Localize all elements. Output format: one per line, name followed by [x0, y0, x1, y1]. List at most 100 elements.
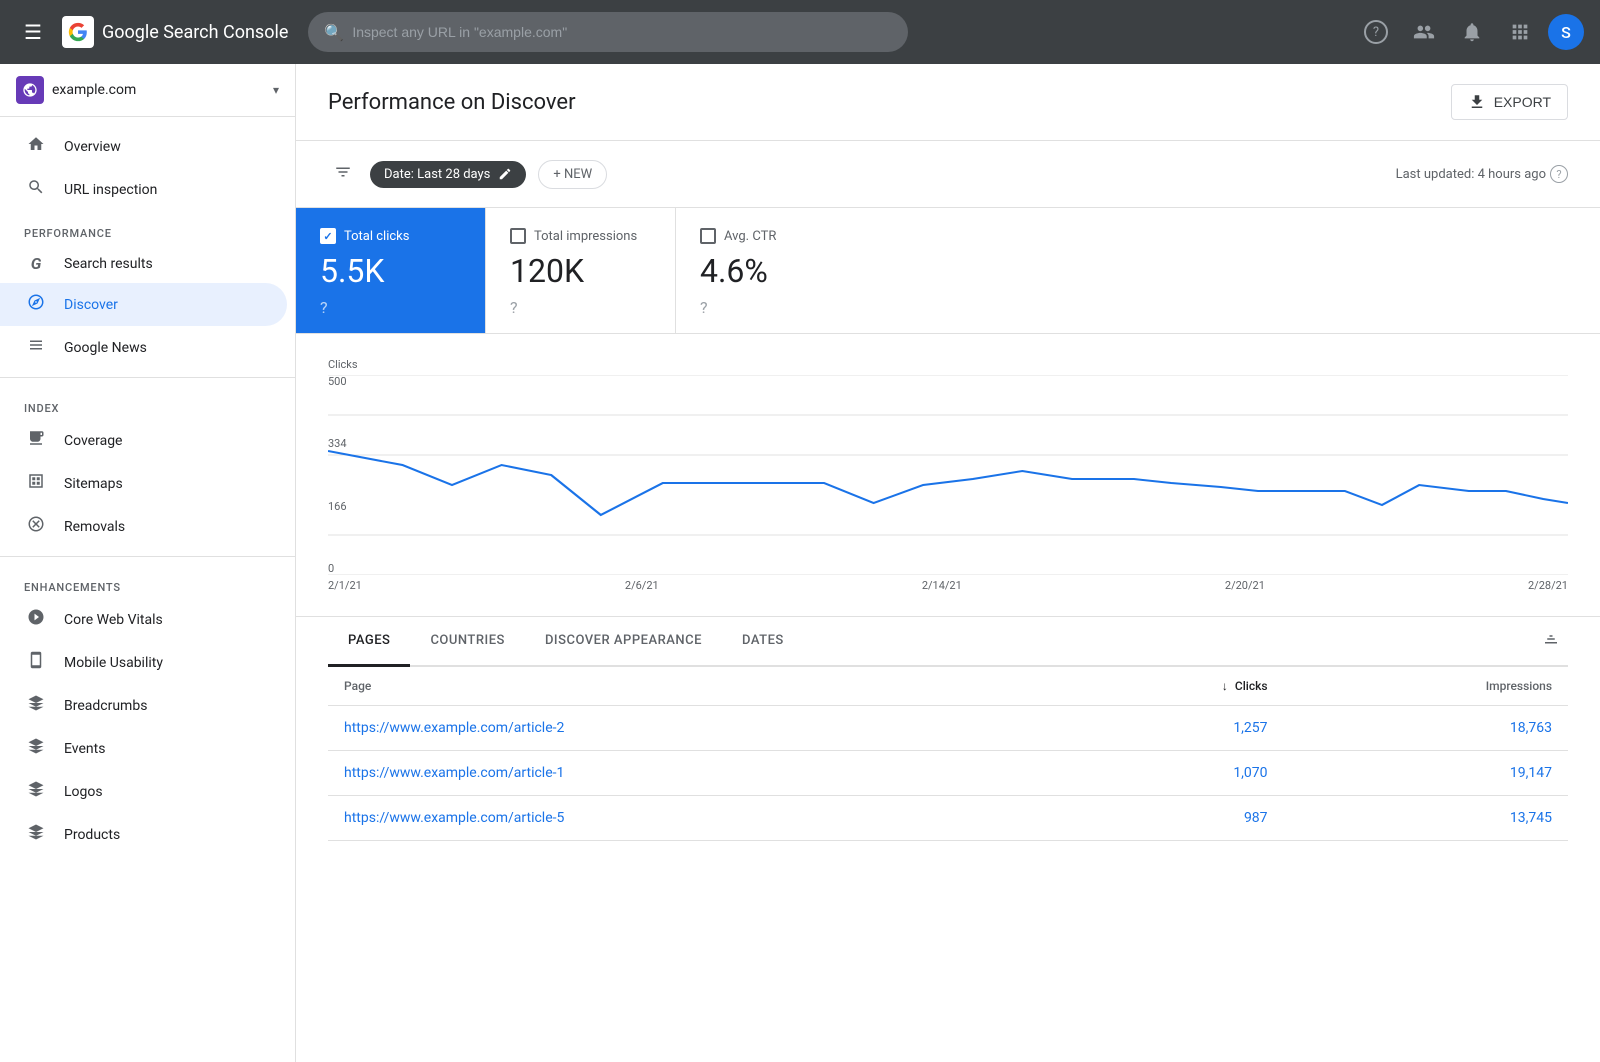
- mobile-usability-icon: [24, 651, 48, 674]
- sidebar-item-removals[interactable]: Removals: [0, 505, 287, 548]
- page-header: Performance on Discover EXPORT: [296, 64, 1600, 141]
- table-filter-svg-icon: [1542, 630, 1560, 648]
- edit-icon: [498, 167, 512, 181]
- sidebar-item-label-url-inspection: URL inspection: [64, 182, 157, 198]
- avg-ctr-value: 4.6%: [700, 252, 842, 290]
- main-content: Performance on Discover EXPORT Date: Las…: [296, 64, 1600, 1062]
- filter-controls: Date: Last 28 days + NEW: [328, 157, 607, 191]
- page-url-2[interactable]: https://www.example.com/article-5: [328, 796, 1059, 841]
- property-icon: [16, 76, 44, 104]
- export-button-label: EXPORT: [1494, 94, 1551, 110]
- metrics-row: Total clicks 5.5K ? Total impressions 12…: [296, 208, 1600, 334]
- sidebar-item-mobile-usability[interactable]: Mobile Usability: [0, 641, 287, 684]
- download-icon: [1468, 93, 1486, 111]
- sidebar-item-logos[interactable]: Logos: [0, 770, 287, 813]
- sidebar-item-google-news[interactable]: Google News: [0, 326, 287, 369]
- col-clicks[interactable]: ↓ Clicks: [1059, 667, 1284, 706]
- chart-area: 500 334 166 0: [328, 375, 1568, 575]
- clicks-2[interactable]: 987: [1059, 796, 1284, 841]
- user-avatar[interactable]: S: [1548, 14, 1584, 50]
- table-filter-icon[interactable]: [1534, 622, 1568, 661]
- sidebar-item-sitemaps[interactable]: Sitemaps: [0, 462, 287, 505]
- sidebar-item-products[interactable]: Products: [0, 813, 287, 856]
- removals-icon: [24, 515, 48, 538]
- filter-bar: Date: Last 28 days + NEW Last updated: 4…: [296, 141, 1600, 208]
- sidebar-item-overview[interactable]: Overview: [0, 125, 287, 168]
- url-search-input[interactable]: [352, 24, 892, 40]
- help-icon-button[interactable]: ?: [1356, 12, 1396, 52]
- table-row: https://www.example.com/article-1 1,070 …: [328, 751, 1568, 796]
- tab-dates[interactable]: DATES: [722, 617, 804, 667]
- filter-icon-button[interactable]: [328, 157, 358, 191]
- performance-section-label: Performance: [0, 211, 295, 244]
- notifications-icon-button[interactable]: [1452, 12, 1492, 52]
- sidebar-item-label-events: Events: [64, 741, 105, 757]
- clicks-1[interactable]: 1,070: [1059, 751, 1284, 796]
- sidebar-item-events[interactable]: Events: [0, 727, 287, 770]
- app-layout: example.com ▾ Overview URL inspection Pe…: [0, 0, 1600, 1062]
- logos-icon: [24, 780, 48, 803]
- products-icon: [24, 823, 48, 846]
- sidebar-item-discover[interactable]: Discover: [0, 283, 287, 326]
- breadcrumbs-icon: [24, 694, 48, 717]
- sitemaps-icon: [24, 472, 48, 495]
- sidebar-item-label-breadcrumbs: Breadcrumbs: [64, 698, 147, 714]
- total-clicks-help-icon[interactable]: ?: [320, 298, 461, 317]
- filter-icon: [334, 163, 352, 181]
- tab-countries[interactable]: COUNTRIES: [410, 617, 525, 667]
- logo-icon: [62, 16, 94, 48]
- total-clicks-value: 5.5K: [320, 252, 461, 290]
- search-icon: 🔍: [324, 23, 344, 42]
- tab-pages[interactable]: PAGES: [328, 617, 410, 667]
- x-label-2: 2/14/21: [922, 579, 962, 592]
- sidebar-item-core-web-vitals[interactable]: Core Web Vitals: [0, 598, 287, 641]
- coverage-icon: [24, 429, 48, 452]
- sidebar-item-coverage[interactable]: Coverage: [0, 419, 287, 462]
- tabs-row: PAGES COUNTRIES DISCOVER APPEARANCE DATE…: [328, 617, 1568, 667]
- date-filter-label: Date: Last 28 days: [384, 167, 490, 182]
- new-filter-label: + NEW: [553, 167, 592, 182]
- sidebar-navigation: Overview URL inspection Performance G Se…: [0, 117, 295, 864]
- sidebar-item-label-sitemaps: Sitemaps: [64, 476, 123, 492]
- total-impressions-help-icon[interactable]: ?: [510, 298, 651, 317]
- page-url-1[interactable]: https://www.example.com/article-1: [328, 751, 1059, 796]
- sidebar-item-label-core-web-vitals: Core Web Vitals: [64, 612, 163, 628]
- page-url-0[interactable]: https://www.example.com/article-2: [328, 706, 1059, 751]
- impressions-2[interactable]: 13,745: [1284, 796, 1568, 841]
- grid-icon-button[interactable]: [1500, 12, 1540, 52]
- help-circle-icon[interactable]: ?: [1550, 165, 1568, 183]
- sidebar-divider-2: [0, 556, 295, 557]
- new-filter-button[interactable]: + NEW: [538, 160, 607, 189]
- x-label-4: 2/28/21: [1528, 579, 1568, 592]
- url-search-bar[interactable]: 🔍: [308, 12, 908, 52]
- sidebar-item-breadcrumbs[interactable]: Breadcrumbs: [0, 684, 287, 727]
- total-impressions-checkbox[interactable]: [510, 228, 526, 244]
- tab-discover-appearance[interactable]: DISCOVER APPEARANCE: [525, 617, 722, 667]
- avg-ctr-label: Avg. CTR: [724, 229, 776, 244]
- impressions-1[interactable]: 19,147: [1284, 751, 1568, 796]
- sidebar-item-search-results[interactable]: G Search results: [0, 244, 287, 283]
- sidebar-item-url-inspection[interactable]: URL inspection: [0, 168, 287, 211]
- clicks-0[interactable]: 1,257: [1059, 706, 1284, 751]
- metric-total-clicks[interactable]: Total clicks 5.5K ?: [296, 208, 486, 333]
- total-impressions-value: 120K: [510, 252, 651, 290]
- metric-avg-ctr[interactable]: Avg. CTR 4.6% ?: [676, 208, 866, 333]
- impressions-0[interactable]: 18,763: [1284, 706, 1568, 751]
- property-selector[interactable]: example.com ▾: [0, 64, 295, 117]
- date-filter-button[interactable]: Date: Last 28 days: [370, 161, 526, 188]
- accounts-icon-button[interactable]: [1404, 12, 1444, 52]
- x-label-1: 2/6/21: [625, 579, 659, 592]
- avg-ctr-checkbox[interactable]: [700, 228, 716, 244]
- discover-icon: [24, 293, 48, 316]
- total-clicks-checkbox[interactable]: [320, 228, 336, 244]
- col-page: Page: [328, 667, 1059, 706]
- pages-table: Page ↓ Clicks Impressions https://www.ex…: [328, 667, 1568, 841]
- metric-total-impressions[interactable]: Total impressions 120K ?: [486, 208, 676, 333]
- export-button[interactable]: EXPORT: [1451, 84, 1568, 120]
- sidebar: example.com ▾ Overview URL inspection Pe…: [0, 64, 296, 1062]
- search-results-icon: G: [24, 254, 48, 273]
- menu-icon[interactable]: ☰: [16, 12, 50, 52]
- avg-ctr-help-icon[interactable]: ?: [700, 298, 842, 317]
- total-impressions-label: Total impressions: [534, 229, 637, 244]
- table-section: PAGES COUNTRIES DISCOVER APPEARANCE DATE…: [296, 617, 1600, 873]
